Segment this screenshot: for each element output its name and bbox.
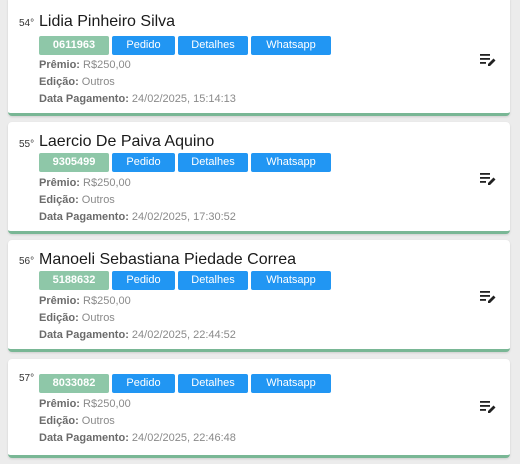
position-number: 55° [19,139,35,150]
pedido-button[interactable]: Pedido [112,271,175,290]
detalhes-button[interactable]: Detalhes [178,153,248,172]
pedido-button[interactable]: Pedido [112,36,175,55]
data-pagamento-value: 24/02/2025, 22:46:48 [131,432,236,444]
list-item: 57° 8033082 Pedido Detalhes Whatsapp Prê… [8,359,510,458]
premio-value: R$250,00 [83,177,131,189]
premio-label: Prêmio: [39,398,80,410]
edicao-label: Edição: [39,194,79,206]
position-number: 56° [19,256,35,267]
edicao-value: Outros [81,76,115,88]
data-pagamento-value: 24/02/2025, 17:30:52 [131,211,236,223]
pedido-button[interactable]: Pedido [112,374,175,393]
position-number: 54° [19,18,35,29]
premio-label: Prêmio: [39,59,80,71]
pedido-button[interactable]: Pedido [112,153,175,172]
code-badge[interactable]: 9305499 [39,153,109,172]
list-item: 56° Manoeli Sebastiana Piedade Correa 51… [8,240,510,352]
data-pagamento-label: Data Pagamento: [39,432,129,444]
premio-value: R$250,00 [83,59,131,71]
entries-list: 54° Lidia Pinheiro Silva 0611963 Pedido … [0,0,520,464]
participant-name: Manoeli Sebastiana Piedade Correa [39,251,297,268]
action-buttons: 9305499 Pedido Detalhes Whatsapp [39,153,331,172]
entry-details: Prêmio: R$250,00 Edição: Outros Data Pag… [39,57,236,108]
data-pagamento-label: Data Pagamento: [39,329,129,341]
edit-note-icon[interactable] [480,400,496,414]
detalhes-button[interactable]: Detalhes [178,36,248,55]
whatsapp-button[interactable]: Whatsapp [251,271,331,290]
edit-note-icon[interactable] [480,172,496,186]
data-pagamento-value: 24/02/2025, 15:14:13 [131,93,236,105]
edicao-label: Edição: [39,415,79,427]
premio-value: R$250,00 [83,398,131,410]
entry-details: Prêmio: R$250,00 Edição: Outros Data Pag… [39,175,236,226]
whatsapp-button[interactable]: Whatsapp [251,153,331,172]
list-item: 54° Lidia Pinheiro Silva 0611963 Pedido … [8,0,510,116]
code-badge[interactable]: 5188632 [39,271,109,290]
participant-name: Lidia Pinheiro Silva [39,13,176,30]
edicao-value: Outros [81,194,115,206]
code-badge[interactable]: 0611963 [39,36,109,55]
action-buttons: 8033082 Pedido Detalhes Whatsapp [39,374,331,393]
whatsapp-button[interactable]: Whatsapp [251,36,331,55]
edit-note-icon[interactable] [480,53,496,67]
edit-note-icon[interactable] [480,290,496,304]
entry-details: Prêmio: R$250,00 Edição: Outros Data Pag… [39,293,236,344]
code-badge[interactable]: 8033082 [39,374,109,393]
data-pagamento-value: 24/02/2025, 22:44:52 [131,329,236,341]
list-item: 55° Laercio De Paiva Aquino 9305499 Pedi… [8,122,510,234]
edicao-label: Edição: [39,76,79,88]
premio-value: R$250,00 [83,295,131,307]
edicao-label: Edição: [39,312,79,324]
data-pagamento-label: Data Pagamento: [39,211,129,223]
action-buttons: 0611963 Pedido Detalhes Whatsapp [39,36,331,55]
entry-details: Prêmio: R$250,00 Edição: Outros Data Pag… [39,396,236,447]
whatsapp-button[interactable]: Whatsapp [251,374,331,393]
position-number: 57° [19,373,35,384]
detalhes-button[interactable]: Detalhes [178,374,248,393]
edicao-value: Outros [81,312,115,324]
edicao-value: Outros [81,415,115,427]
premio-label: Prêmio: [39,295,80,307]
detalhes-button[interactable]: Detalhes [178,271,248,290]
premio-label: Prêmio: [39,177,80,189]
action-buttons: 5188632 Pedido Detalhes Whatsapp [39,271,331,290]
data-pagamento-label: Data Pagamento: [39,93,129,105]
participant-name: Laercio De Paiva Aquino [39,133,215,150]
